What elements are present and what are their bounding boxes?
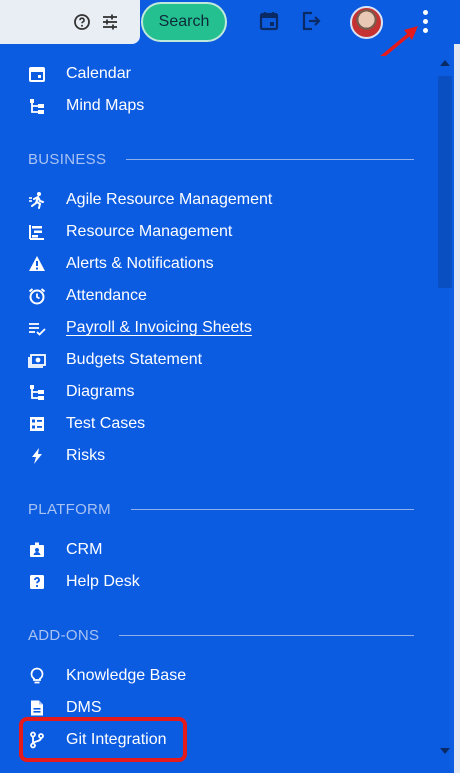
menu-item-crm[interactable]: CRM bbox=[28, 538, 102, 562]
section-divider bbox=[130, 508, 414, 510]
question-box-icon bbox=[28, 573, 46, 591]
menu-item-label: Payroll & Invoicing Sheets bbox=[66, 319, 252, 336]
menu-item-label: CRM bbox=[66, 541, 103, 558]
contact-badge-icon bbox=[28, 541, 46, 559]
menu-item-mind-maps[interactable]: Mind Maps bbox=[28, 94, 144, 118]
menu-item-label: Diagrams bbox=[66, 383, 135, 400]
scroll-thumb[interactable] bbox=[438, 76, 452, 288]
menu-item-risks[interactable]: Risks bbox=[28, 444, 105, 468]
menu-item-label: Calendar bbox=[66, 65, 131, 82]
section-header-business: BUSINESS bbox=[28, 149, 414, 169]
menu-item-label: Knowledge Base bbox=[66, 667, 187, 684]
menu-item-label: Agile Resource Management bbox=[66, 191, 273, 208]
menu-item-test-cases[interactable]: Test Cases bbox=[28, 412, 145, 436]
lightning-icon bbox=[28, 447, 46, 465]
scroll-down-icon[interactable] bbox=[440, 748, 450, 754]
menu-item-label: Risks bbox=[66, 447, 106, 464]
tree-icon bbox=[28, 97, 46, 115]
menu-item-label: Mind Maps bbox=[66, 97, 145, 114]
lightbulb-icon bbox=[28, 667, 46, 685]
section-title: BUSINESS bbox=[28, 150, 107, 168]
menu-item-alerts-notifications[interactable]: Alerts & Notifications bbox=[28, 252, 214, 276]
checklist-icon bbox=[28, 319, 46, 337]
scroll-up-icon[interactable] bbox=[440, 60, 450, 66]
alarm-clock-icon bbox=[28, 287, 46, 305]
section-header-add-ons: ADD-ONS bbox=[28, 625, 414, 645]
sliders-icon[interactable] bbox=[101, 13, 119, 31]
document-icon bbox=[28, 699, 46, 717]
menu-item-label: DMS bbox=[66, 699, 102, 716]
menu-item-label: Attendance bbox=[66, 287, 147, 304]
menu-item-diagrams[interactable]: Diagrams bbox=[28, 380, 134, 404]
menu-item-resource-management[interactable]: Resource Management bbox=[28, 220, 232, 244]
topbar-left-panel bbox=[0, 0, 140, 44]
export-icon[interactable] bbox=[300, 10, 322, 32]
running-icon bbox=[28, 191, 46, 209]
section-header-platform: PLATFORM bbox=[28, 499, 414, 519]
section-divider bbox=[119, 634, 414, 636]
warning-icon bbox=[28, 255, 46, 273]
menu-item-help-desk[interactable]: Help Desk bbox=[28, 570, 140, 594]
calendar-icon[interactable] bbox=[258, 10, 280, 32]
help-circle-icon[interactable] bbox=[73, 13, 91, 31]
page-background-edge bbox=[454, 44, 460, 773]
menu-item-calendar[interactable]: Calendar bbox=[28, 62, 131, 86]
menu-item-payroll-invoicing-sheets[interactable]: Payroll & Invoicing Sheets bbox=[28, 316, 252, 340]
menu-item-knowledge-base[interactable]: Knowledge Base bbox=[28, 664, 186, 688]
navigation-menu: Calendar Mind Maps BUSINESS Agile Resour… bbox=[2, 56, 436, 773]
menu-item-label: Alerts & Notifications bbox=[66, 255, 214, 272]
menu-item-agile-resource-management[interactable]: Agile Resource Management bbox=[28, 188, 272, 212]
calendar-icon bbox=[28, 65, 46, 83]
annotation-highlight-box bbox=[19, 717, 187, 762]
gantt-icon bbox=[28, 223, 46, 241]
cash-icon bbox=[28, 351, 46, 369]
section-title: ADD-ONS bbox=[28, 626, 100, 644]
menu-item-label: Resource Management bbox=[66, 223, 233, 240]
menu-item-label: Budgets Statement bbox=[66, 351, 203, 368]
menu-item-label: Help Desk bbox=[66, 573, 140, 590]
menu-item-attendance[interactable]: Attendance bbox=[28, 284, 147, 308]
tree-icon bbox=[28, 383, 46, 401]
section-divider bbox=[126, 158, 414, 160]
menu-scrollbar[interactable] bbox=[436, 56, 454, 758]
menu-item-budgets-statement[interactable]: Budgets Statement bbox=[28, 348, 202, 372]
section-title: PLATFORM bbox=[28, 500, 111, 518]
menu-item-label: Test Cases bbox=[66, 415, 146, 432]
search-button[interactable]: Search bbox=[141, 2, 227, 42]
checkbox-list-icon bbox=[28, 415, 46, 433]
